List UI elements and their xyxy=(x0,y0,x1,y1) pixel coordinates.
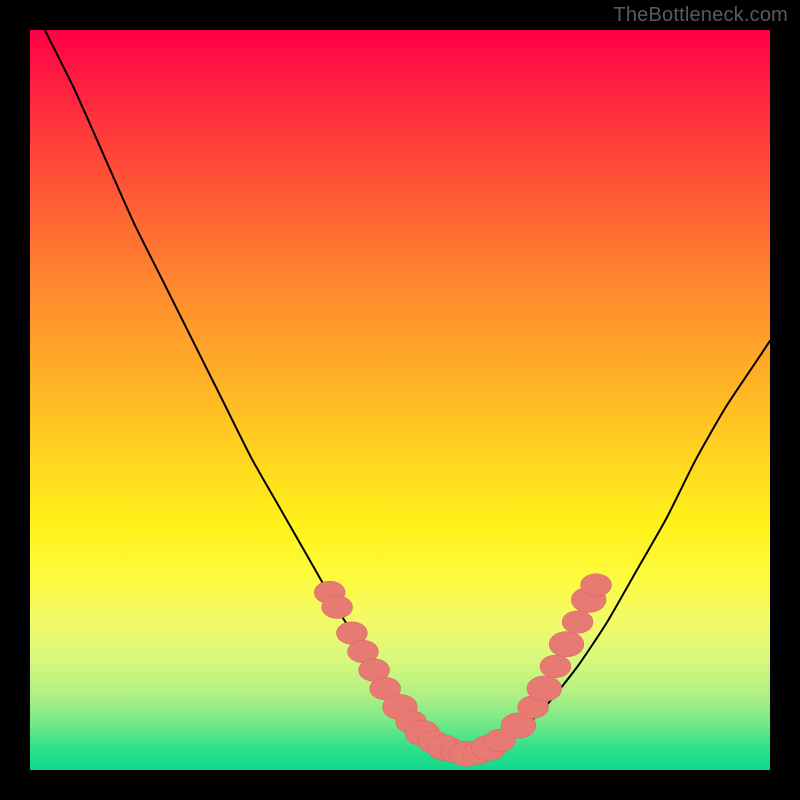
curve-marker xyxy=(549,632,584,657)
curve-marker xyxy=(322,596,353,619)
plot-area xyxy=(30,30,770,770)
curve-marker xyxy=(581,574,612,597)
marker-layer xyxy=(314,574,611,767)
curve-marker xyxy=(540,655,571,678)
chart-svg xyxy=(30,30,770,770)
bottleneck-curve xyxy=(45,30,770,756)
curve-marker xyxy=(562,611,593,634)
chart-stage: TheBottleneck.com xyxy=(0,0,800,800)
curve-layer xyxy=(45,30,770,756)
curve-marker xyxy=(527,676,562,701)
watermark-text: TheBottleneck.com xyxy=(613,4,788,27)
